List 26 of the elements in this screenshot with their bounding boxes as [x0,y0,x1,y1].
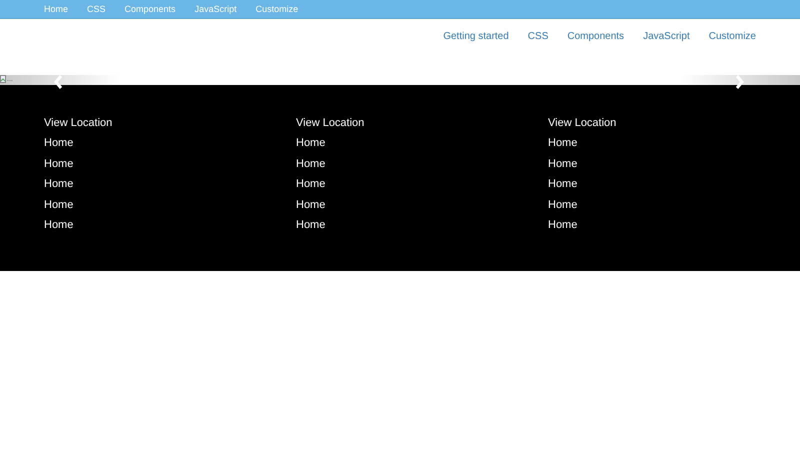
footer-link[interactable]: Home [44,177,296,192]
column-title: View Location [296,116,366,131]
nav-link[interactable]: Customize [708,29,756,44]
footer-link[interactable]: Home [548,136,800,152]
nav-link[interactable]: JavaScript [643,29,690,44]
footer-link[interactable]: Home [296,136,548,152]
column-title: View Location [548,116,618,131]
nav-link[interactable]: CSS [528,29,548,44]
broken-image-icon [0,75,6,83]
footer-link[interactable]: Home [44,156,296,172]
footer-link[interactable]: Home [44,136,296,152]
footer-link[interactable]: Home [296,156,548,172]
nav-link[interactable]: Components [567,29,624,44]
footer-link[interactable]: Home [548,156,800,172]
footer-link[interactable]: Home [44,198,296,213]
column-title: View Location [44,116,114,131]
footer-link[interactable]: Home [296,177,548,192]
chevron-left-icon [53,75,63,89]
chevron-right-icon [735,75,745,89]
footer-link[interactable]: Home [44,218,296,234]
footer-link[interactable]: Home [548,218,800,234]
footer-link[interactable]: Home [548,177,800,192]
footer-link[interactable]: Home [548,198,800,213]
nav-link[interactable]: Getting started [443,29,509,44]
footer-link[interactable]: Home [296,218,548,234]
footer-link[interactable]: Home [296,198,548,213]
